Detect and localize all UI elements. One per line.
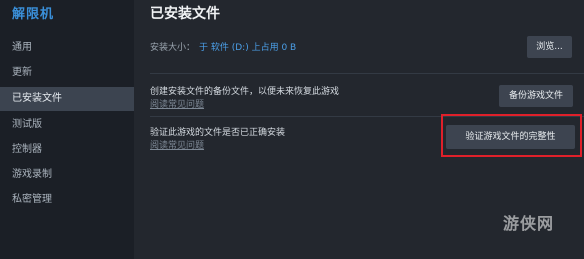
install-size-row: 安装大小：于 软件 (D:) 上占用 0 B (150, 40, 296, 53)
sidebar-item-installed-files[interactable]: 已安装文件 (0, 87, 134, 111)
page-title: 已安装文件 (150, 6, 220, 22)
highlight-box (441, 114, 582, 157)
sidebar-item-betas[interactable]: 测试版 (0, 113, 134, 137)
watermark: 游侠网 (503, 214, 555, 233)
divider (150, 73, 584, 74)
sidebar-item-updates[interactable]: 更新 (0, 61, 134, 85)
install-size-value: 于 软件 (D:) 上占用 0 B (199, 43, 297, 53)
app-title: 解限机 (12, 7, 55, 22)
sidebar-item-privacy[interactable]: 私密管理 (0, 188, 134, 212)
browse-button[interactable]: 浏览... (527, 36, 572, 58)
verify-description: 验证此游戏的文件是否已正确安装 (150, 128, 286, 138)
backup-game-files-button[interactable]: 备份游戏文件 (499, 85, 573, 107)
sidebar: 解限机 通用 更新 已安装文件 测试版 控制器 游戏录制 私密管理 (0, 0, 134, 259)
sidebar-item-controller[interactable]: 控制器 (0, 138, 134, 162)
backup-description: 创建安装文件的备份文件，以便未来恢复此游戏 (150, 87, 340, 97)
backup-faq-link[interactable]: 阅读常见问题 (150, 97, 204, 110)
sidebar-item-game-recording[interactable]: 游戏录制 (0, 163, 134, 187)
install-size-label: 安装大小： (150, 43, 196, 53)
sidebar-item-general[interactable]: 通用 (0, 36, 134, 60)
verify-faq-link[interactable]: 阅读常见问题 (150, 138, 204, 151)
